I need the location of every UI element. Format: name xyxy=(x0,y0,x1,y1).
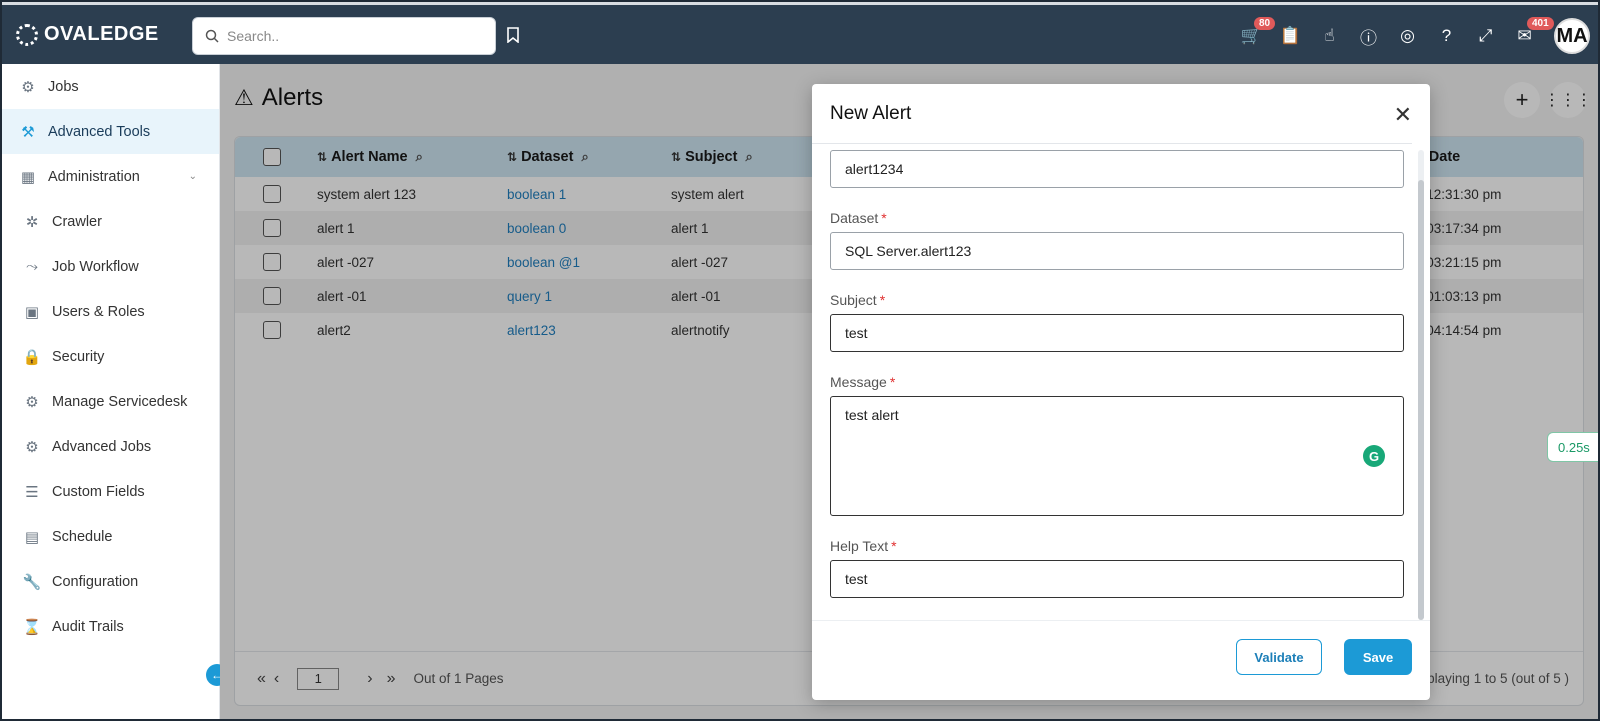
scroll-thumb[interactable] xyxy=(1418,180,1424,620)
save-button[interactable]: Save xyxy=(1344,639,1412,675)
sidebar-item-audit-trails[interactable]: ⌛ Audit Trails xyxy=(2,604,219,649)
sidebar-item-advanced-jobs[interactable]: ⚙ Advanced Jobs xyxy=(2,424,219,469)
wrench-icon: 🔧 xyxy=(22,573,42,591)
sidebar-item-custom-fields[interactable]: ☰ Custom Fields xyxy=(2,469,219,514)
validate-button[interactable]: Validate xyxy=(1236,639,1322,675)
logo-text: OVALEDGE xyxy=(44,23,159,45)
calendar-icon: ▤ xyxy=(24,528,40,546)
advanced-jobs-icon: ⚙ xyxy=(25,438,39,456)
alert-name-field[interactable]: alert1234 xyxy=(830,150,1404,188)
crawler-icon: ✲ xyxy=(25,213,39,231)
message-text: test alert xyxy=(845,407,899,423)
sidebar-item-configuration[interactable]: 🔧 Configuration xyxy=(2,559,219,604)
dataset-label: Dataset * xyxy=(830,210,887,226)
sidebar-item-users-roles[interactable]: ▣ Users & Roles xyxy=(2,289,219,334)
building-icon: ▦ xyxy=(20,168,36,186)
dataset-field[interactable]: SQL Server.alert123 xyxy=(830,232,1404,270)
modal-body: alert1234 Dataset * SQL Server.alert123 S… xyxy=(812,144,1414,618)
sidebar-item-security[interactable]: 🔒 Security xyxy=(2,334,219,379)
top-icon-bar: 🛒 80 📋 ☝ ⓘ ◎ ? ⤢ ✉ 401 MA xyxy=(1232,15,1598,57)
modal-title: New Alert xyxy=(812,84,1412,144)
logo[interactable]: OVALEDGE xyxy=(16,23,159,46)
hourglass-icon: ⌛ xyxy=(22,618,42,636)
avatar[interactable]: MA xyxy=(1554,18,1590,54)
sidebar-item-label: Users & Roles xyxy=(52,303,145,320)
sidebar-item-label: Manage Servicedesk xyxy=(52,393,188,410)
chrome-icon[interactable]: ◎ xyxy=(1388,21,1427,51)
mail-badge: 401 xyxy=(1527,17,1554,30)
sidebar-item-label: Schedule xyxy=(52,528,113,545)
sidebar-item-label: Advanced Tools xyxy=(48,123,151,140)
sidebar-item-jobs[interactable]: ⚙ Jobs xyxy=(2,64,219,109)
logo-icon xyxy=(16,23,38,46)
sidebar-item-job-workflow[interactable]: ⤳ Job Workflow xyxy=(2,244,219,289)
help-text-label: Help Text * xyxy=(830,538,897,554)
modal-footer: Validate Save xyxy=(812,620,1430,700)
search-icon xyxy=(205,29,219,43)
message-label: Message * xyxy=(830,374,896,390)
close-icon[interactable]: ✕ xyxy=(1394,102,1412,128)
sidebar-item-label: Crawler xyxy=(52,213,102,230)
sidebar-item-label: Jobs xyxy=(48,78,79,95)
lock-icon: 🔒 xyxy=(22,348,42,366)
jobs-icon: ⚙ xyxy=(21,78,35,96)
clipboard-icon[interactable]: 📋 xyxy=(1271,21,1310,51)
fields-icon: ☰ xyxy=(25,483,39,501)
sidebar-item-manage-servicedesk[interactable]: ⚙ Manage Servicedesk xyxy=(2,379,219,424)
subject-field[interactable]: test xyxy=(830,314,1404,352)
search-input[interactable] xyxy=(227,28,467,44)
timer-badge: 0.25s xyxy=(1547,432,1598,462)
help-text-field[interactable]: test xyxy=(830,560,1404,598)
message-textarea[interactable]: test alert G xyxy=(830,396,1404,516)
sidebar-item-administration[interactable]: ▦ Administration ⌄ xyxy=(2,154,219,199)
search-box[interactable] xyxy=(192,17,496,55)
subject-label: Subject * xyxy=(830,292,886,308)
info-icon[interactable]: ⓘ xyxy=(1349,21,1388,51)
app-window: OVALEDGE 🛒80 📋 ☝ ⓘ ◎ ? ⤢ ✉401 MA ⚙ Jobs ⚒… xyxy=(0,0,1600,721)
sidebar-item-label: Security xyxy=(52,348,105,365)
top-bar: OVALEDGE 🛒80 📋 ☝ ⓘ ◎ ? ⤢ ✉401 MA xyxy=(2,2,1598,64)
hand-pointer-icon[interactable]: ☝ xyxy=(1310,21,1349,51)
gear-icon: ⚙ xyxy=(25,393,39,411)
chevron-down-icon: ⌄ xyxy=(188,171,197,182)
sidebar-item-label: Advanced Jobs xyxy=(52,438,152,455)
workflow-icon: ⤳ xyxy=(25,258,38,275)
sidebar-item-schedule[interactable]: ▤ Schedule xyxy=(2,514,219,559)
sidebar: ⚙ Jobs ⚒ Advanced Tools ▦ Administration ⌄ ✲… xyxy=(2,64,220,719)
modal-scrollbar[interactable] xyxy=(1418,150,1424,620)
sidebar-item-label: Configuration xyxy=(52,573,139,590)
sidebar-item-label: Job Workflow xyxy=(52,258,139,275)
help-icon[interactable]: ? xyxy=(1427,21,1466,51)
sidebar-item-label: Administration xyxy=(48,168,140,185)
sidebar-item-label: Audit Trails xyxy=(52,618,124,635)
mail-icon[interactable]: ✉ 401 xyxy=(1505,17,1554,51)
sidebar-item-label: Custom Fields xyxy=(52,483,145,500)
id-badge-icon: ▣ xyxy=(24,303,40,321)
grammarly-icon[interactable]: G xyxy=(1363,445,1385,467)
sidebar-item-crawler[interactable]: ✲ Crawler xyxy=(2,199,219,244)
sidebar-item-advanced-tools[interactable]: ⚒ Advanced Tools xyxy=(2,109,219,154)
expand-icon[interactable]: ⤢ xyxy=(1466,21,1505,51)
bookmark-icon[interactable] xyxy=(506,27,520,48)
cart-icon[interactable]: 🛒 80 xyxy=(1232,17,1276,51)
new-alert-modal: New Alert ✕ alert1234 Dataset * SQL Serve… xyxy=(812,84,1430,700)
tools-icon: ⚒ xyxy=(21,123,35,141)
